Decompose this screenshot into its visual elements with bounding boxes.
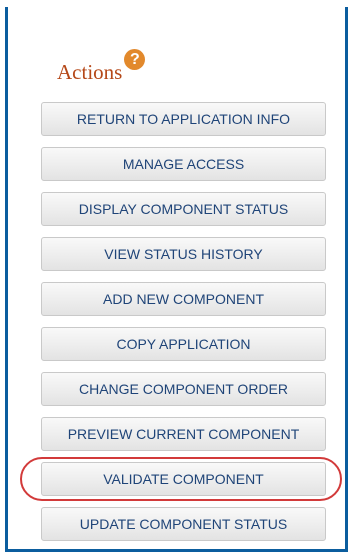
help-icon[interactable]: ? xyxy=(124,49,146,70)
add-new-component-button[interactable]: ADD NEW COMPONENT xyxy=(41,282,326,316)
change-component-order-button[interactable]: CHANGE COMPONENT ORDER xyxy=(41,372,326,406)
actions-header: Actions ? xyxy=(57,49,146,84)
display-component-status-button[interactable]: DISPLAY COMPONENT STATUS xyxy=(41,192,326,226)
view-status-history-button[interactable]: VIEW STATUS HISTORY xyxy=(41,237,326,271)
return-to-application-info-button[interactable]: RETURN TO APPLICATION INFO xyxy=(41,102,326,136)
manage-access-button[interactable]: MANAGE ACCESS xyxy=(41,147,326,181)
update-component-status-button[interactable]: UPDATE COMPONENT STATUS xyxy=(41,507,326,541)
panel-title: Actions xyxy=(57,60,123,84)
preview-current-component-button[interactable]: PREVIEW CURRENT COMPONENT xyxy=(41,417,326,451)
copy-application-button[interactable]: COPY APPLICATION xyxy=(41,327,326,361)
validate-highlight-annotation xyxy=(20,457,342,501)
